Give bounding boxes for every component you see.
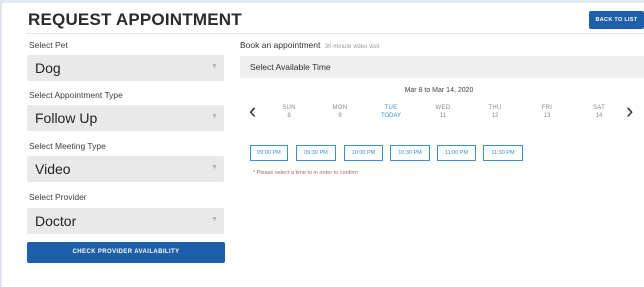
select-meeting-type-label: Select Meeting Type <box>29 141 106 151</box>
day-date: TODAY <box>380 113 402 119</box>
pet-select-value: Dog <box>35 60 61 76</box>
date-range: Mar 8 to Mar 14, 2020 <box>404 87 474 94</box>
chevron-down-icon: ▼ <box>211 113 218 120</box>
day-mon[interactable]: MON 9 <box>318 105 362 119</box>
page-title: REQUEST APPOINTMENT <box>28 10 242 29</box>
time-slot[interactable]: 11:30 PM <box>483 145 523 161</box>
select-appointment-type-label: Select Appointment Type <box>29 90 123 100</box>
meeting-type-select-value: Video <box>35 161 71 177</box>
title-divider <box>26 33 644 34</box>
left-border <box>0 0 2 287</box>
back-to-list-button[interactable]: BACK TO LIST <box>589 11 644 29</box>
pet-select[interactable]: Dog ▼ <box>27 55 224 81</box>
time-slot[interactable]: 11:00 PM <box>437 145 476 161</box>
day-name: FRI <box>541 105 553 111</box>
day-date: 12 <box>491 113 499 119</box>
day-date: 13 <box>543 113 551 119</box>
day-name: MON <box>332 105 348 111</box>
chevron-left-icon[interactable]: ‹ <box>249 100 256 122</box>
time-slot[interactable]: 10:00 PM <box>344 145 383 161</box>
chevron-right-icon[interactable]: › <box>626 100 633 122</box>
chevron-down-icon: ▼ <box>211 63 218 70</box>
day-sun[interactable]: SUN 8 <box>267 105 311 119</box>
day-name: TUE <box>384 105 398 111</box>
top-border <box>0 0 644 3</box>
day-fri[interactable]: FRI 13 <box>525 105 569 119</box>
available-time-label: Select Available Time <box>250 62 331 72</box>
day-name: SUN <box>282 105 296 111</box>
day-thu[interactable]: THU 12 <box>473 105 517 119</box>
book-appointment-heading: Book an appointment 30-minute video visi… <box>240 40 379 50</box>
provider-select[interactable]: Doctor ▼ <box>27 208 224 234</box>
time-slot[interactable]: 10:30 PM <box>390 145 430 161</box>
appointment-type-select[interactable]: Follow Up ▼ <box>27 105 224 131</box>
day-name: SAT <box>592 105 606 111</box>
available-time-header: Select Available Time <box>240 56 644 78</box>
day-name: THU <box>488 105 502 111</box>
time-slot[interactable]: 09:00 PM <box>250 145 288 161</box>
day-date: 8 <box>287 113 291 119</box>
day-date: 14 <box>595 113 603 119</box>
meeting-type-select[interactable]: Video ▼ <box>27 156 224 182</box>
chevron-down-icon: ▼ <box>211 164 218 171</box>
time-slot[interactable]: 09:30 PM <box>296 145 336 161</box>
confirm-note: * Please select a time to in order to co… <box>253 170 358 176</box>
day-tue[interactable]: TUE TODAY <box>369 105 413 119</box>
day-wed[interactable]: WED 11 <box>421 105 465 119</box>
select-provider-label: Select Provider <box>29 192 87 202</box>
appointment-type-select-value: Follow Up <box>35 110 98 126</box>
day-sat[interactable]: SAT 14 <box>577 105 621 119</box>
provider-select-value: Doctor <box>35 213 77 229</box>
chevron-down-icon: ▼ <box>211 216 218 223</box>
day-date: 11 <box>439 113 447 119</box>
day-name: WED <box>435 105 451 111</box>
check-provider-availability-button[interactable]: CHECK PROVIDER AVAILABILITY <box>27 242 225 263</box>
day-date: 9 <box>338 113 342 119</box>
select-pet-label: Select Pet <box>29 40 68 50</box>
book-appointment-title: Book an appointment <box>240 40 321 50</box>
book-appointment-subtitle: 30-minute video visit <box>324 44 380 50</box>
